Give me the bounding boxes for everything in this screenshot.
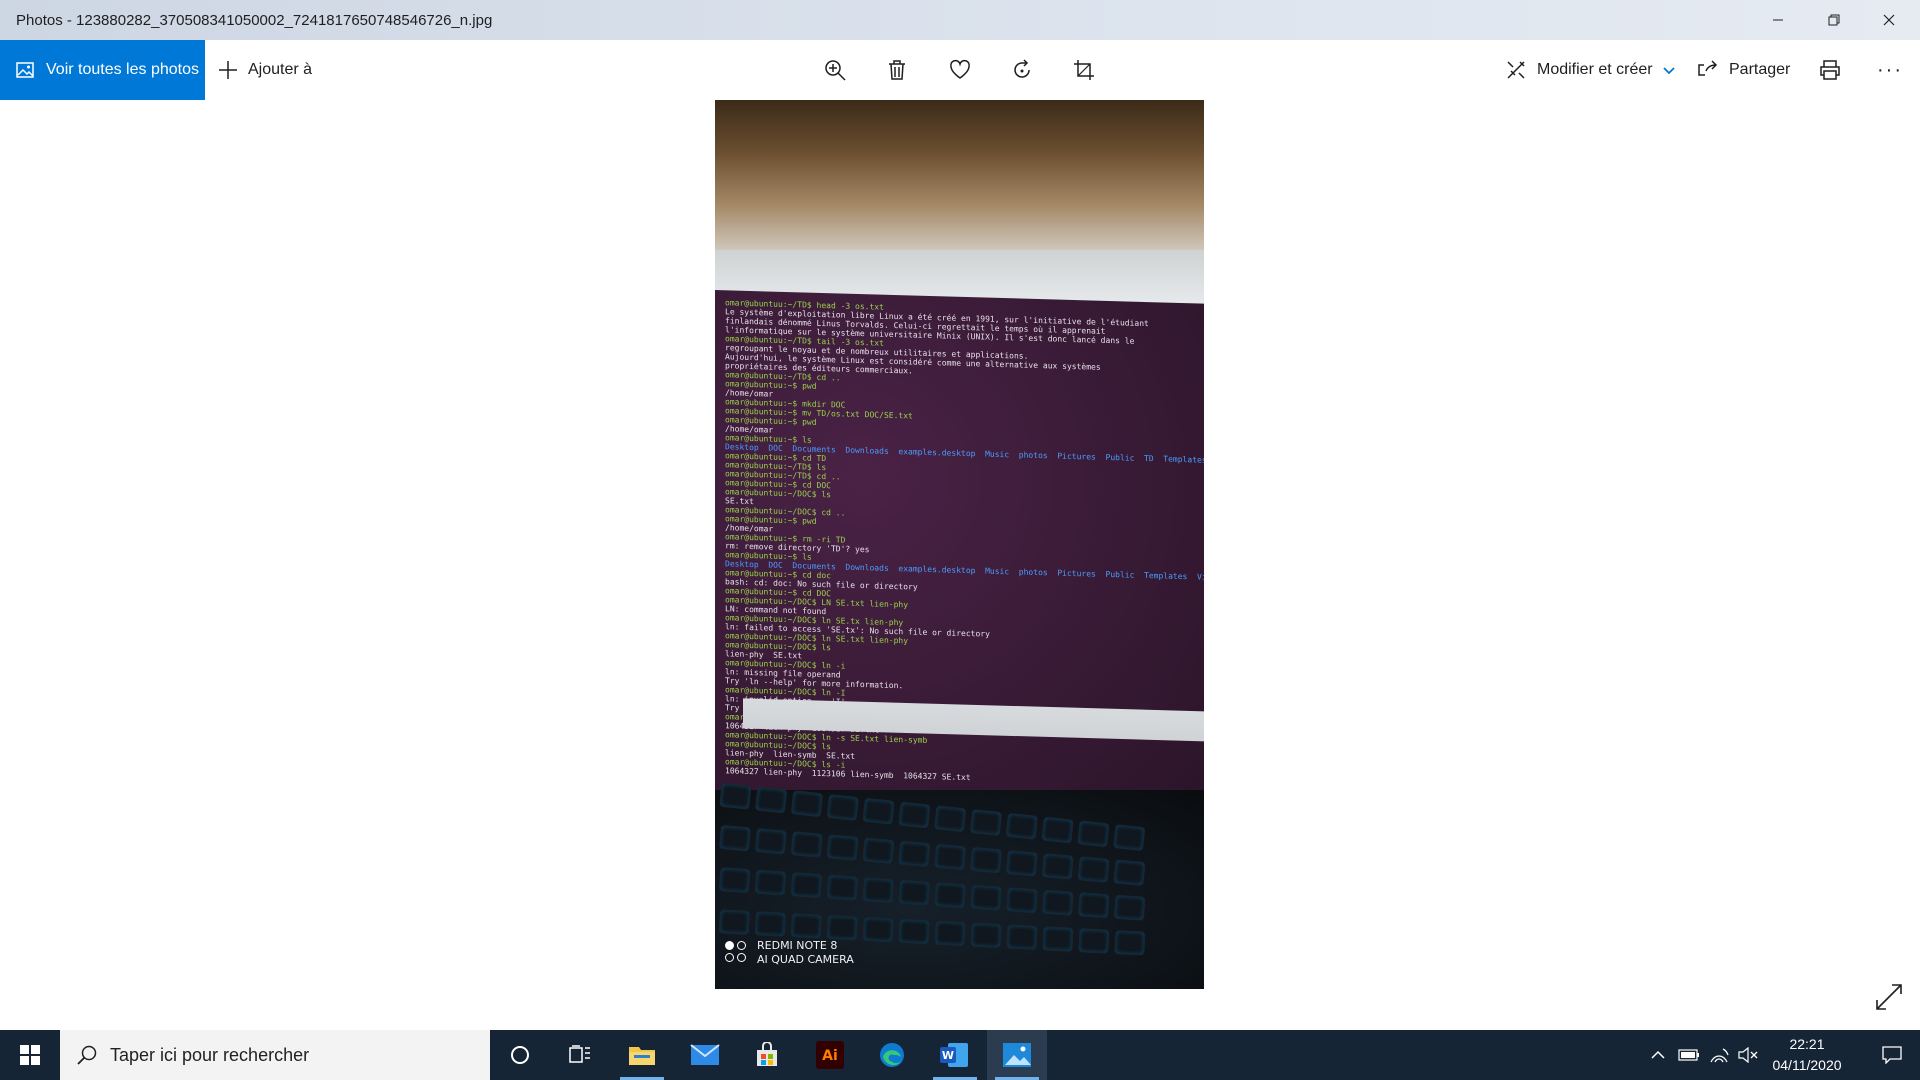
all-photos-button[interactable]: Voir toutes les photos: [0, 40, 205, 100]
clock-date: 04/11/2020: [1772, 1057, 1842, 1073]
taskbar-illustrator[interactable]: Ai: [800, 1030, 860, 1080]
photos-app-icon: [1003, 1043, 1031, 1067]
crop-button[interactable]: [1062, 40, 1106, 100]
photos-icon: [16, 62, 34, 78]
restore-button[interactable]: [1803, 0, 1865, 40]
notification-icon: [1882, 1046, 1902, 1064]
taskbar-edge[interactable]: [862, 1030, 922, 1080]
edge-icon: [880, 1043, 904, 1067]
favorite-button[interactable]: [938, 40, 982, 100]
task-view-icon: [569, 1045, 590, 1063]
taskbar-word[interactable]: W: [925, 1030, 985, 1080]
share-icon: [1698, 60, 1718, 76]
rotate-button[interactable]: [1000, 40, 1044, 100]
close-button[interactable]: [1858, 0, 1920, 40]
photo-image: omar@ubuntuu:~/TD$ head -3 os.txt Le syst…: [715, 100, 1204, 989]
chevron-up-icon: [1651, 1050, 1665, 1059]
taskbar-clock[interactable]: 22:21 04/11/2020: [1752, 1034, 1862, 1076]
add-to-label: Ajouter à: [248, 61, 313, 78]
close-icon: [1883, 14, 1895, 26]
add-to-button[interactable]: Ajouter à: [218, 40, 312, 100]
search-icon: [77, 1045, 97, 1065]
minimize-button[interactable]: [1747, 0, 1809, 40]
battery-button[interactable]: [1674, 1030, 1704, 1080]
cortana-button[interactable]: [490, 1030, 550, 1080]
plus-icon: [219, 61, 237, 79]
all-photos-label: Voir toutes les photos: [46, 61, 199, 78]
restore-icon: [1828, 14, 1840, 26]
camera-watermark: REDMI NOTE 8 AI QUAD CAMERA: [725, 939, 854, 967]
word-icon: W: [940, 1043, 968, 1067]
heart-icon: [950, 59, 970, 79]
edit-create-button[interactable]: Modifier et créer: [1505, 40, 1675, 100]
search-placeholder: Taper ici pour rechercher: [110, 1044, 310, 1065]
zoom-button[interactable]: [813, 40, 857, 100]
store-icon: [757, 1042, 777, 1066]
zoom-in-icon: [825, 60, 846, 81]
svg-text:Ai: Ai: [822, 1048, 838, 1064]
taskbar-mail[interactable]: [675, 1030, 735, 1080]
taskbar-store[interactable]: [737, 1030, 797, 1080]
share-label: Partager: [1729, 61, 1791, 78]
taskbar-search-box[interactable]: Taper ici pour rechercher: [60, 1030, 490, 1080]
mail-icon: [690, 1044, 720, 1065]
show-hidden-icons-button[interactable]: [1644, 1030, 1672, 1080]
windows-taskbar: Taper ici pour rechercher Ai W 22:21 04/…: [0, 1030, 1920, 1080]
photo-background: [715, 100, 1204, 250]
adobe-illustrator-icon: Ai: [816, 1041, 844, 1069]
clock-time: 22:21: [1789, 1036, 1825, 1052]
expand-icon: [1876, 984, 1902, 1010]
cortana-icon: [511, 1046, 529, 1064]
network-button[interactable]: [1704, 1030, 1734, 1080]
task-view-button[interactable]: [550, 1030, 610, 1080]
edit-create-icon: [1507, 61, 1525, 79]
toolbar: Voir toutes les photos Ajouter à Modifie…: [0, 40, 1920, 100]
battery-icon: [1678, 1049, 1699, 1061]
chevron-down-icon: [1662, 67, 1675, 75]
watermark-line-1: REDMI NOTE 8: [757, 939, 838, 952]
printer-icon: [1820, 60, 1840, 80]
window-title: Photos - 123880282_370508341050002_72418…: [16, 11, 493, 29]
taskbar-photos[interactable]: [987, 1030, 1047, 1080]
photos-app-window: Photos - 123880282_370508341050002_72418…: [0, 0, 1920, 1080]
photo-terminal-screen: omar@ubuntuu:~/TD$ head -3 os.txt Le syst…: [715, 290, 1204, 824]
share-button[interactable]: Partager: [1697, 40, 1790, 100]
wifi-icon: [1710, 1048, 1729, 1063]
title-bar: Photos - 123880282_370508341050002_72418…: [0, 0, 1920, 40]
edit-create-label: Modifier et créer: [1537, 61, 1653, 78]
print-button[interactable]: [1808, 40, 1852, 100]
folder-icon: [629, 1047, 655, 1065]
start-button[interactable]: [0, 1030, 60, 1080]
windows-logo-icon: [20, 1045, 40, 1065]
action-center-button[interactable]: [1864, 1030, 1920, 1080]
crop-icon: [1074, 60, 1094, 80]
trash-icon: [889, 60, 905, 80]
minimize-icon: [1773, 19, 1783, 21]
taskbar-file-explorer[interactable]: [612, 1030, 672, 1080]
rotate-icon: [1014, 59, 1030, 78]
camera-logo-icon: [725, 941, 749, 965]
watermark-line-2: AI QUAD CAMERA: [757, 953, 854, 966]
more-options-button[interactable]: ···: [1868, 40, 1912, 100]
delete-button[interactable]: [875, 40, 919, 100]
fullscreen-button[interactable]: [1874, 982, 1904, 1012]
svg-text:W: W: [942, 1049, 954, 1062]
